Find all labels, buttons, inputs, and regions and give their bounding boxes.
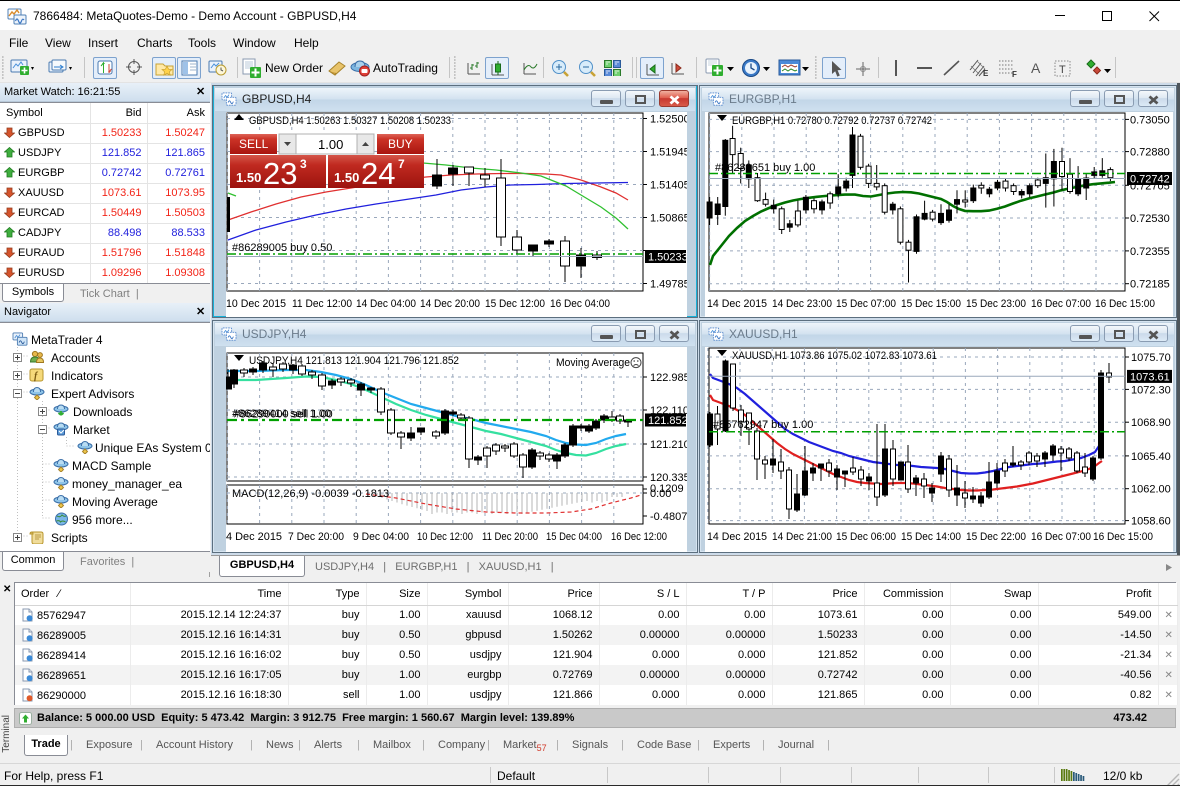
svg-text:1.52500: 1.52500: [650, 114, 687, 126]
svg-text:15 Dec 15:00: 15 Dec 15:00: [901, 298, 961, 310]
svg-text:14 Dec 2015: 14 Dec 2015: [707, 298, 767, 310]
svg-text:1058.60: 1058.60: [1131, 516, 1171, 528]
svg-text:16 Dec 12:00: 16 Dec 12:00: [611, 531, 667, 543]
svg-text:11 Dec 12:00: 11 Dec 12:00: [292, 298, 352, 310]
svg-text:SELL: SELL: [239, 137, 269, 151]
svg-text:1.51945: 1.51945: [650, 147, 687, 159]
svg-text:23: 23: [263, 156, 297, 191]
svg-text:#86290000 sell 1.00: #86290000 sell 1.00: [234, 409, 333, 421]
svg-text:16 Dec 07:00: 16 Dec 07:00: [1031, 298, 1091, 310]
svg-text:15 Dec 12:00: 15 Dec 12:00: [485, 298, 545, 310]
svg-text:0.72880: 0.72880: [1130, 147, 1170, 159]
svg-text:11 Dec 20:00: 11 Dec 20:00: [482, 531, 538, 543]
svg-text:1068.90: 1068.90: [1131, 417, 1171, 429]
svg-text:16 Dec 15:00: 16 Dec 15:00: [1093, 531, 1153, 543]
svg-text:15 Dec 23:00: 15 Dec 23:00: [966, 298, 1026, 310]
svg-text:14 Dec 23:00: 14 Dec 23:00: [772, 298, 832, 310]
svg-text:16 Dec 15:00: 16 Dec 15:00: [1095, 298, 1155, 310]
svg-text:7 Dec 20:00: 7 Dec 20:00: [288, 531, 344, 543]
svg-text:1072.30: 1072.30: [1131, 384, 1171, 396]
svg-text:EURGBP,H1 0.72780 0.72792 0.7: EURGBP,H1 0.72780 0.72792 0.72737 0.7274…: [732, 115, 932, 127]
svg-text:14 Dec 21:00: 14 Dec 21:00: [772, 531, 832, 543]
svg-text:0.00: 0.00: [650, 488, 671, 500]
svg-text:14 Dec 2015: 14 Dec 2015: [707, 531, 767, 543]
svg-text:0.72742: 0.72742: [1130, 174, 1170, 186]
svg-text:121.852: 121.852: [648, 415, 687, 427]
svg-text:1062.00: 1062.00: [1131, 484, 1171, 496]
svg-text:1073.61: 1073.61: [1130, 371, 1170, 383]
svg-text:1075.70: 1075.70: [1131, 352, 1171, 364]
svg-text:Moving Average: Moving Average: [556, 357, 630, 369]
svg-text:BUY: BUY: [388, 137, 413, 151]
svg-text:GBPUSD,H4 1.50263 1.50327 1.5: GBPUSD,H4 1.50263 1.50327 1.50208 1.5023…: [249, 115, 451, 127]
svg-text:USDJPY,H4 121.813 121.904 121: USDJPY,H4 121.813 121.904 121.796 121.85…: [249, 355, 459, 367]
svg-text:15 Dec 14:00: 15 Dec 14:00: [901, 531, 961, 543]
svg-text:XAUUSD,H1 1073.86 1075.02 107: XAUUSD,H1 1073.86 1075.02 1072.83 1073.6…: [732, 350, 937, 362]
svg-text:MACD(12,26,9) -0.0039 -0.1813: MACD(12,26,9) -0.0039 -0.1813: [232, 488, 389, 500]
svg-text:122.985: 122.985: [650, 372, 687, 384]
svg-text:1.50865: 1.50865: [650, 213, 687, 225]
svg-text:121.210: 121.210: [650, 439, 687, 451]
svg-text:0.73050: 0.73050: [1130, 114, 1170, 126]
svg-text:#86289005 buy 0.50: #86289005 buy 0.50: [232, 242, 332, 254]
svg-text:16 Dec 07:00: 16 Dec 07:00: [1031, 531, 1091, 543]
svg-text:1.00: 1.00: [318, 137, 343, 152]
svg-text:14 Dec 20:00: 14 Dec 20:00: [420, 298, 480, 310]
svg-text:0.72530: 0.72530: [1130, 213, 1170, 225]
svg-text:1.51405: 1.51405: [650, 180, 687, 192]
svg-text:3: 3: [300, 157, 307, 171]
svg-text:1065.40: 1065.40: [1131, 451, 1171, 463]
svg-text:24: 24: [361, 156, 395, 191]
svg-text:#86289651 buy 1.00: #86289651 buy 1.00: [715, 162, 815, 174]
svg-text:0.72355: 0.72355: [1130, 246, 1170, 258]
svg-text:15 Dec 22:00: 15 Dec 22:00: [966, 531, 1026, 543]
svg-text:1.49785: 1.49785: [650, 279, 687, 291]
svg-text:-0.4807: -0.4807: [650, 511, 687, 523]
svg-text:F: F: [1012, 70, 1017, 79]
svg-text:15 Dec 06:00: 15 Dec 06:00: [836, 531, 896, 543]
svg-text:1.50233: 1.50233: [648, 252, 687, 264]
svg-text:15 Dec 07:00: 15 Dec 07:00: [836, 298, 896, 310]
svg-text:T: T: [1059, 64, 1066, 76]
svg-text:#85762947 buy 1.00: #85762947 buy 1.00: [713, 419, 813, 431]
svg-text:16 Dec 04:00: 16 Dec 04:00: [550, 298, 610, 310]
svg-text:10 Dec 12:00: 10 Dec 12:00: [417, 531, 473, 543]
svg-text:1.50: 1.50: [236, 170, 261, 185]
svg-text:E: E: [983, 69, 989, 78]
svg-text:0.72185: 0.72185: [1130, 279, 1170, 291]
svg-text:10 Dec 2015: 10 Dec 2015: [226, 298, 286, 310]
svg-text:7: 7: [398, 157, 405, 171]
svg-text:4 Dec 2015: 4 Dec 2015: [226, 531, 282, 543]
svg-text:15 Dec 04:00: 15 Dec 04:00: [546, 531, 602, 543]
svg-text:9 Dec 04:00: 9 Dec 04:00: [353, 531, 409, 543]
svg-text:14 Dec 04:00: 14 Dec 04:00: [356, 298, 416, 310]
svg-text:1.50: 1.50: [334, 170, 359, 185]
